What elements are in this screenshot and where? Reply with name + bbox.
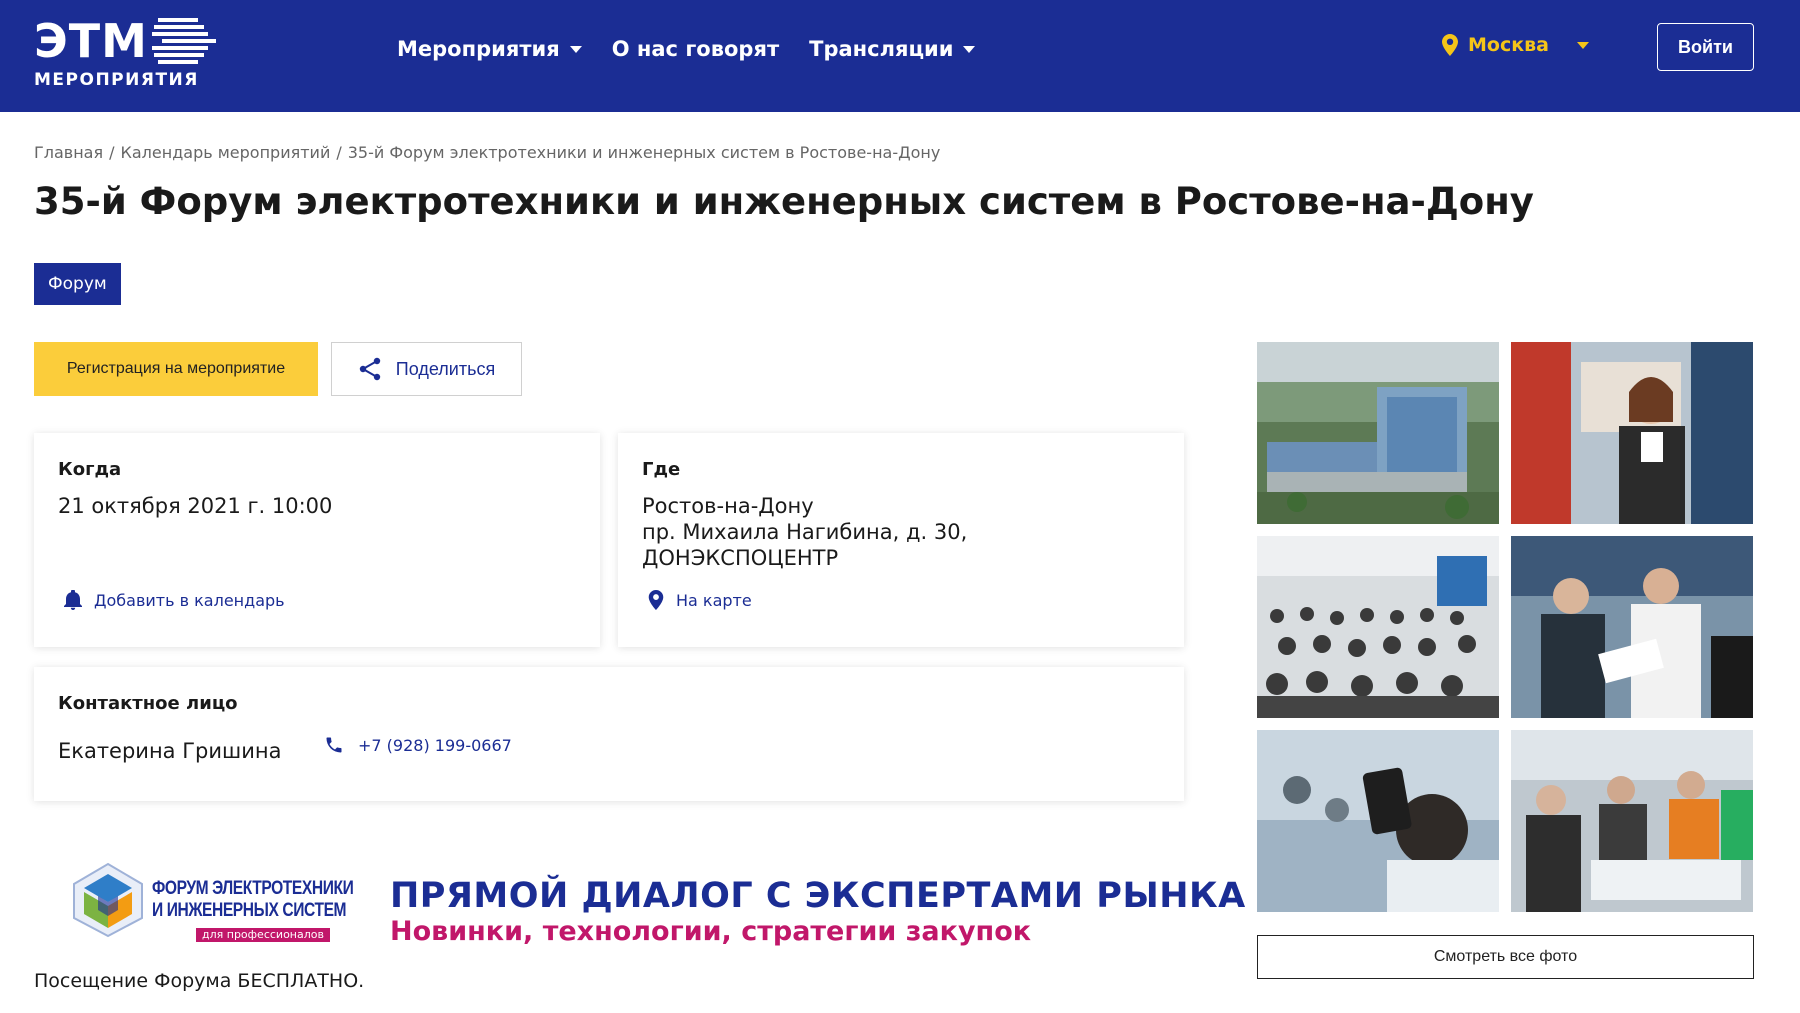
banner-headline: ПРЯМОЙ ДИАЛОГ С ЭКСПЕРТАМИ РЫНКА <box>390 876 1246 916</box>
free-attendance-note: Посещение Форума БЕСПЛАТНО. <box>34 970 365 992</box>
contact-phone: +7 (928) 199-0667 <box>358 735 512 755</box>
banner-subline: Новинки, технологии, стратегии закупок <box>390 916 1032 947</box>
add-to-calendar-label: Добавить в календарь <box>94 590 285 610</box>
register-button[interactable]: Регистрация на мероприятие <box>34 342 318 396</box>
breadcrumb-separator: / <box>109 143 115 162</box>
forum-logo-text: ФОРУМ ЭЛЕКТРОТЕХНИКИ И ИНЖЕНЕРНЫХ СИСТЕМ <box>152 878 354 922</box>
logo-stripes-icon <box>152 18 216 64</box>
promo-banner: ФОРУМ ЭЛЕКТРОТЕХНИКИ И ИНЖЕНЕРНЫХ СИСТЕМ… <box>72 862 1245 948</box>
phone-icon <box>326 737 342 753</box>
nav-item-events[interactable]: Мероприятия <box>397 37 582 61</box>
address-line: Ростов-на-Дону <box>642 494 814 518</box>
nav-item-broadcasts[interactable]: Трансляции <box>809 37 976 61</box>
where-address: Ростов-на-Дону пр. Михаила Нагибина, д. … <box>642 493 967 571</box>
breadcrumb-current: 35-й Форум электротехники и инженерных с… <box>347 143 941 162</box>
nav-item-label: Трансляции <box>809 37 954 61</box>
forum-logo-icon <box>73 862 143 938</box>
breadcrumb: Главная / Календарь мероприятий / 35-й Ф… <box>34 143 940 162</box>
forum-logo-line: И ИНЖЕНЕРНЫХ СИСТЕМ <box>152 900 347 921</box>
breadcrumb-calendar[interactable]: Календарь мероприятий <box>121 143 331 162</box>
photo-image <box>1511 536 1753 718</box>
when-label: Когда <box>58 459 122 480</box>
add-to-calendar-link[interactable]: Добавить в календарь <box>64 590 285 610</box>
chevron-down-icon <box>1576 41 1589 49</box>
photo-image <box>1257 536 1499 718</box>
gallery-photo-man-with-phone[interactable] <box>1257 730 1499 912</box>
contact-phone-link[interactable]: +7 (928) 199-0667 <box>324 735 512 755</box>
page-title: 35-й Форум электротехники и инженерных с… <box>34 180 1534 223</box>
chevron-down-icon <box>963 45 976 53</box>
map-pin-icon <box>648 590 664 610</box>
photo-image <box>1257 730 1499 912</box>
when-card: Когда 21 октября 2021 г. 10:00 Добавить … <box>34 433 600 647</box>
nav-item-label: Мероприятия <box>397 37 560 61</box>
forum-logo-badge: для профессионалов <box>196 928 330 942</box>
address-line: пр. Михаила Нагибина, д. 30, <box>642 520 968 544</box>
logo-main-text: ЭТМ <box>34 14 148 68</box>
chevron-down-icon <box>569 45 582 53</box>
view-all-photos-button[interactable]: Смотреть все фото <box>1257 935 1754 979</box>
share-button[interactable]: Поделиться <box>331 342 522 396</box>
map-pin-icon <box>1442 34 1458 56</box>
on-map-label: На карте <box>676 590 752 610</box>
photo-image <box>1257 342 1499 524</box>
share-icon <box>359 357 380 381</box>
main-nav: Мероприятия О нас говорят Трансляции <box>397 32 976 66</box>
nav-item-reviews[interactable]: О нас говорят <box>612 37 779 61</box>
photo-image <box>1511 342 1753 524</box>
breadcrumb-home[interactable]: Главная <box>34 143 103 162</box>
gallery-photo-visitors-reading[interactable] <box>1511 536 1753 718</box>
photo-image <box>1511 730 1753 912</box>
bell-icon <box>64 590 82 610</box>
logo-sub-text: МЕРОПРИЯТИЯ <box>34 70 199 90</box>
site-header: ЭТМ МЕРОПРИЯТИЯ Мероприятия О нас говоря… <box>0 0 1800 112</box>
address-line: ДОНЭКСПОЦЕНТР <box>642 546 839 570</box>
share-label: Поделиться <box>395 358 496 379</box>
contact-label: Контактное лицо <box>58 693 238 714</box>
breadcrumb-separator: / <box>336 143 342 162</box>
gallery-photo-audience-hall[interactable] <box>1257 536 1499 718</box>
on-map-link[interactable]: На карте <box>648 590 752 610</box>
gallery-photo-woman-with-badge[interactable] <box>1511 342 1753 524</box>
city-selector[interactable]: Москва <box>1442 34 1589 56</box>
event-type-badge[interactable]: Форум <box>34 263 121 305</box>
nav-item-label: О нас говорят <box>611 37 780 61</box>
where-label: Где <box>642 459 681 480</box>
etm-logo[interactable]: ЭТМ МЕРОПРИЯТИЯ <box>34 14 224 94</box>
where-card: Где Ростов-на-Дону пр. Михаила Нагибина,… <box>618 433 1184 647</box>
gallery-photo-crowd-at-stand[interactable] <box>1511 730 1753 912</box>
forum-logo-line: ФОРУМ ЭЛЕКТРОТЕХНИКИ <box>152 878 354 899</box>
contact-name: Екатерина Гришина <box>58 739 282 763</box>
city-label: Москва <box>1468 34 1549 56</box>
login-button[interactable]: Войти <box>1657 23 1754 71</box>
gallery-photo-venue-aerial[interactable] <box>1257 342 1499 524</box>
when-value: 21 октября 2021 г. 10:00 <box>58 494 333 518</box>
contact-card: Контактное лицо Екатерина Гришина +7 (92… <box>34 667 1184 801</box>
